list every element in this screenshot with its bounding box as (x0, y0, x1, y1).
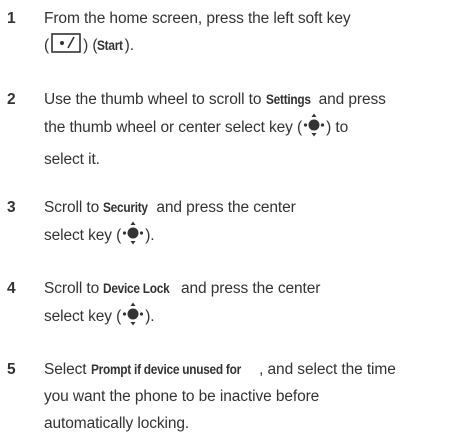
step-text: Scroll to Device Lock and press the cent… (44, 275, 462, 335)
step-text: Select Prompt if device unused for , and … (44, 356, 462, 437)
step-line: From the home screen, press the left sof… (44, 5, 462, 32)
step-line: Use the thumb wheel to scroll to Setting… (44, 86, 462, 113)
menu-term-start: Start (97, 38, 124, 53)
center-select-key-icon (303, 113, 325, 146)
step-text-fragment: automatically locking. (44, 415, 190, 432)
step-text-fragment: select it. (44, 151, 100, 168)
menu-term-device-lock: Device Lock (103, 281, 170, 296)
step-number: 2 (7, 91, 16, 108)
menu-term-security: Security (103, 200, 149, 215)
step-text-fragment: ). (124, 37, 134, 54)
step-line: the thumb wheel or center select key ( ) … (44, 113, 462, 146)
step-line: select it. (44, 146, 462, 173)
step-number: 1 (7, 10, 16, 27)
step-text-fragment: Select (44, 361, 91, 378)
step-text-fragment: and press (314, 91, 386, 108)
step-line: Scroll to Device Lock and press the cent… (44, 275, 462, 302)
step-text-fragment: ). (145, 227, 155, 244)
step-text-fragment: and press the center (152, 199, 296, 216)
step-line: select key (). (44, 221, 462, 254)
step-text-fragment: From the home screen, press the left sof… (44, 10, 351, 27)
menu-term-settings: Settings (265, 92, 311, 107)
step-text-fragment: and press the center (176, 280, 321, 297)
step-text-fragment: ). (145, 308, 155, 325)
step-line: Select Prompt if device unused for , and … (44, 356, 462, 383)
step-text: Use the thumb wheel to scroll to Setting… (44, 86, 462, 173)
step-text-fragment: Use the thumb wheel to scroll to (44, 91, 266, 108)
step-text-fragment: Scroll to (44, 280, 104, 297)
step-number: 3 (7, 199, 16, 216)
menu-term-prompt-if-device-unused: Prompt if device unused for (90, 362, 241, 377)
step-line: you want the phone to be inactive before (44, 383, 462, 410)
center-select-key-icon (122, 221, 144, 254)
step-number: 4 (7, 280, 16, 297)
step-text: Scroll to Security and press the center … (44, 194, 462, 254)
step-text-fragment: select key ( (44, 308, 122, 325)
center-select-key-icon (122, 302, 144, 335)
step-number: 5 (7, 361, 16, 378)
left-soft-key-icon (51, 33, 81, 62)
step-line: select key (). (44, 302, 462, 335)
step-text-fragment: ) to (326, 119, 349, 136)
step-text-fragment: , and select the time (259, 361, 396, 378)
step-text-fragment: ( (44, 37, 50, 54)
instruction-steps: 1 From the home screen, press the left s… (0, 0, 463, 432)
step-text-fragment: select key ( (44, 227, 122, 244)
step-text-fragment: ) ( (83, 37, 98, 54)
step-line: ( ) (Start). (44, 32, 462, 62)
step-text-fragment: the thumb wheel or center select key ( (44, 119, 303, 136)
step-line: Scroll to Security and press the center (44, 194, 462, 221)
step-text: From the home screen, press the left sof… (44, 5, 462, 62)
step-text-fragment: you want the phone to be inactive before (44, 388, 320, 405)
step-line: automatically locking. (44, 410, 462, 437)
step-text-fragment: Scroll to (44, 199, 104, 216)
